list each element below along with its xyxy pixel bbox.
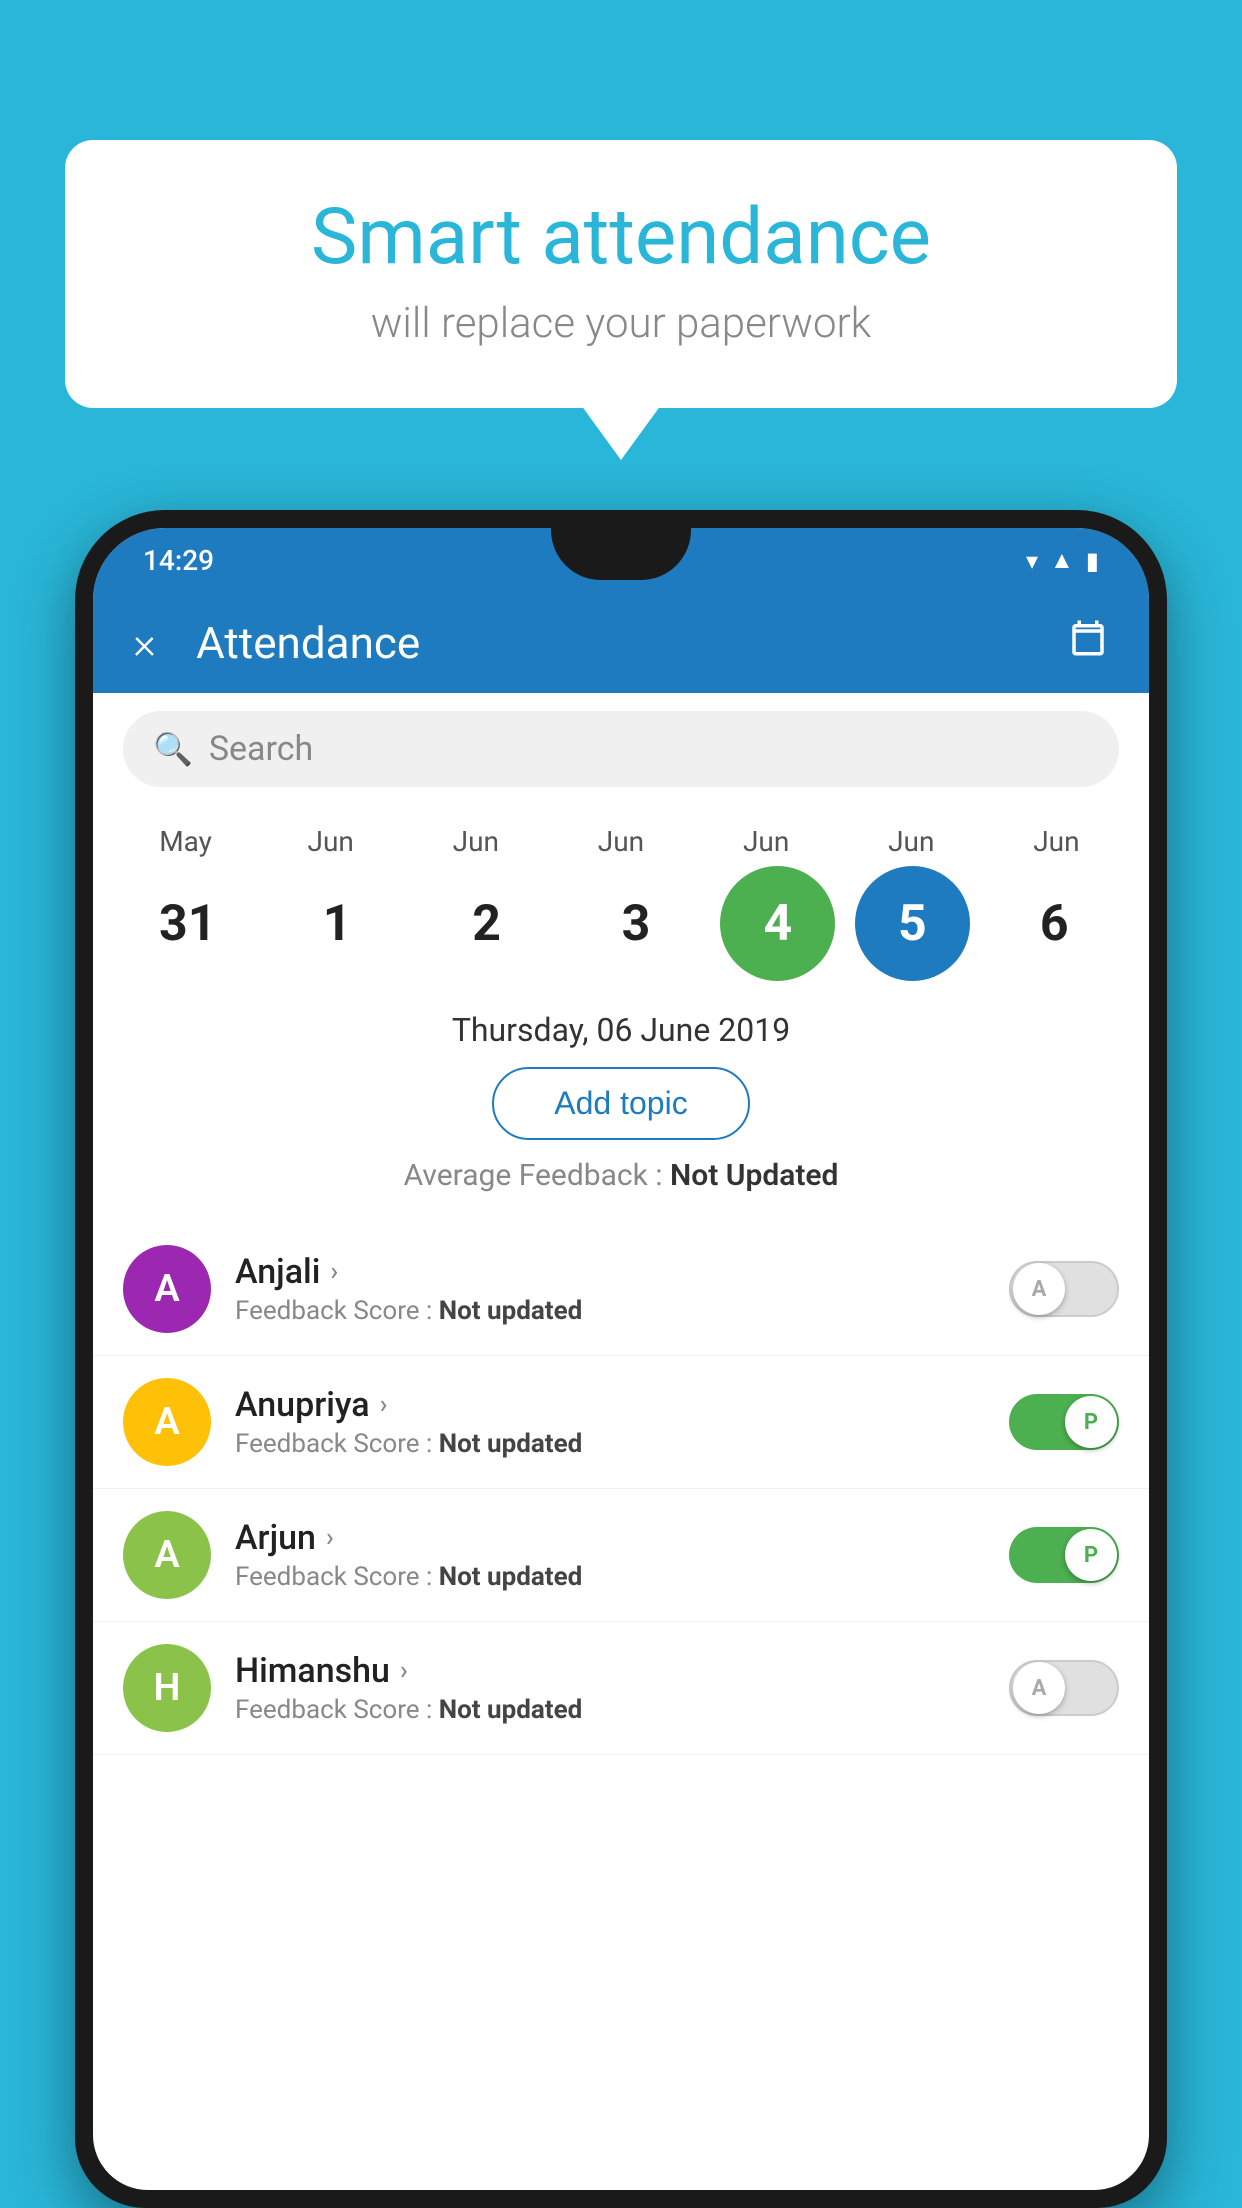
calendar-icon[interactable] [1067, 617, 1109, 669]
calendar-month-2: Jun [411, 825, 541, 858]
student-name-0: Anjali › [235, 1252, 1009, 1292]
student-info-1: Anupriya › Feedback Score : Not updated [235, 1385, 1009, 1459]
student-list: AAnjali ›Feedback Score : Not updatedAAA… [93, 1223, 1149, 1755]
student-name-1: Anupriya › [235, 1385, 1009, 1425]
search-bar: 🔍 Search [93, 693, 1149, 805]
calendar-month-3: Jun [556, 825, 686, 858]
signal-icon: ▲ [1050, 546, 1074, 575]
calendar-months-row: May Jun Jun Jun Jun Jun Jun [113, 825, 1129, 858]
toggle-track-3[interactable]: A [1009, 1660, 1119, 1716]
toggle-track-1[interactable]: P [1009, 1394, 1119, 1450]
student-item-3[interactable]: H Himanshu › Feedback Score : Not updatedA [93, 1622, 1149, 1755]
calendar-day-6[interactable]: 6 [989, 869, 1119, 979]
student-info-0: Anjali › Feedback Score : Not updated [235, 1252, 1009, 1326]
student-feedback-2: Feedback Score : Not updated [235, 1562, 1009, 1592]
calendar-month-4: Jun [701, 825, 831, 858]
calendar-day-4[interactable]: 4 [720, 866, 835, 981]
toggle-thumb-3: A [1013, 1662, 1065, 1714]
selected-date: Thursday, 06 June 2019 [123, 1011, 1119, 1049]
calendar-day-2[interactable]: 2 [422, 869, 552, 979]
search-icon: 🔍 [153, 730, 193, 768]
student-name-3: Himanshu › [235, 1651, 1009, 1691]
calendar-month-6: Jun [991, 825, 1121, 858]
phone-inner: 14:29 ▾ ▲ ▮ × Attendance 🔍 Search [93, 528, 1149, 2190]
toggle-track-0[interactable]: A [1009, 1261, 1119, 1317]
status-icons: ▾ ▲ ▮ [1026, 546, 1099, 575]
student-avatar-2: A [123, 1511, 211, 1599]
student-avatar-0: A [123, 1245, 211, 1333]
toggle-thumb-0: A [1013, 1263, 1065, 1315]
wifi-icon: ▾ [1026, 547, 1038, 575]
student-info-2: Arjun › Feedback Score : Not updated [235, 1518, 1009, 1592]
student-item-0[interactable]: AAnjali ›Feedback Score : Not updatedA [93, 1223, 1149, 1356]
calendar-day-3[interactable]: 3 [571, 869, 701, 979]
calendar-month-5: Jun [846, 825, 976, 858]
avg-feedback: Average Feedback : Not Updated [123, 1158, 1119, 1193]
student-item-2[interactable]: A Arjun › Feedback Score : Not updated P [93, 1489, 1149, 1622]
avg-feedback-label: Average Feedback : [404, 1158, 663, 1193]
toggle-container-2[interactable]: P [1009, 1527, 1119, 1583]
calendar-day-0[interactable]: 31 [123, 869, 253, 979]
toggle-container-0[interactable]: A [1009, 1261, 1119, 1317]
toggle-thumb-2: P [1065, 1529, 1117, 1581]
toggle-track-2[interactable]: P [1009, 1527, 1119, 1583]
search-input-container[interactable]: 🔍 Search [123, 711, 1119, 787]
speech-bubble-subtitle: will replace your paperwork [125, 299, 1117, 348]
add-topic-button[interactable]: Add topic [492, 1067, 749, 1140]
calendar-strip: May Jun Jun Jun Jun Jun Jun 31123456 [93, 805, 1149, 991]
student-name-2: Arjun › [235, 1518, 1009, 1558]
chevron-icon: › [326, 1523, 334, 1553]
speech-bubble-title: Smart attendance [125, 195, 1117, 281]
app-bar: × Attendance [93, 593, 1149, 693]
student-feedback-0: Feedback Score : Not updated [235, 1296, 1009, 1326]
calendar-dates-row: 31123456 [113, 866, 1129, 981]
toggle-thumb-1: P [1065, 1396, 1117, 1448]
chevron-icon: › [400, 1656, 408, 1686]
status-time: 14:29 [143, 544, 214, 577]
battery-icon: ▮ [1086, 547, 1099, 575]
student-feedback-1: Feedback Score : Not updated [235, 1429, 1009, 1459]
chevron-icon: › [330, 1257, 338, 1287]
calendar-day-5[interactable]: 5 [855, 866, 970, 981]
student-feedback-3: Feedback Score : Not updated [235, 1695, 1009, 1725]
calendar-month-1: Jun [266, 825, 396, 858]
speech-bubble: Smart attendance will replace your paper… [65, 140, 1177, 408]
student-avatar-1: A [123, 1378, 211, 1466]
student-info-3: Himanshu › Feedback Score : Not updated [235, 1651, 1009, 1725]
search-placeholder: Search [209, 729, 313, 769]
toggle-container-3[interactable]: A [1009, 1660, 1119, 1716]
avg-feedback-value: Not Updated [670, 1158, 838, 1193]
close-button[interactable]: × [133, 617, 156, 669]
app-bar-title: Attendance [196, 617, 1067, 669]
student-avatar-3: H [123, 1644, 211, 1732]
student-item-1[interactable]: A Anupriya › Feedback Score : Not updated P [93, 1356, 1149, 1489]
speech-bubble-container: Smart attendance will replace your paper… [65, 140, 1177, 408]
calendar-day-1[interactable]: 1 [272, 869, 402, 979]
toggle-container-1[interactable]: P [1009, 1394, 1119, 1450]
calendar-month-0: May [121, 825, 251, 858]
chevron-icon: › [380, 1390, 388, 1420]
content-area: Thursday, 06 June 2019 Add topic Average… [93, 991, 1149, 1223]
phone-frame: 14:29 ▾ ▲ ▮ × Attendance 🔍 Search [75, 510, 1167, 2208]
